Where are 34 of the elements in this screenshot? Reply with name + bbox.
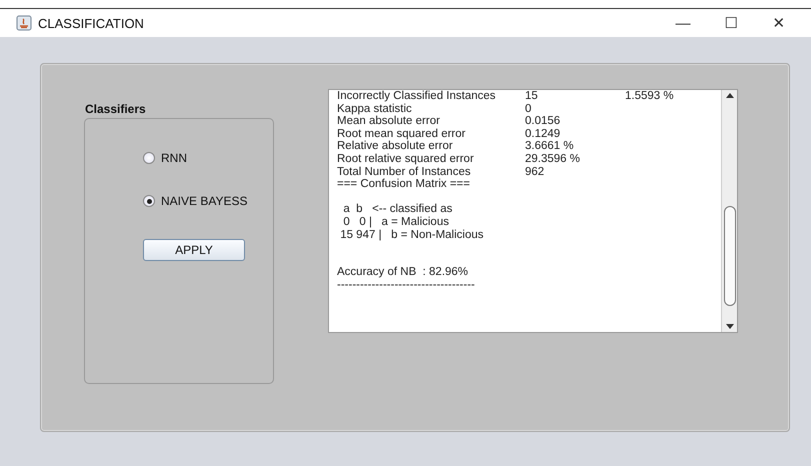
output-line: 15 947 | b = Non-Malicious [339, 228, 484, 242]
output-line: 0 0 | a = Malicious [342, 216, 449, 229]
close-button[interactable]: ✕ [755, 14, 803, 32]
scroll-thumb[interactable] [724, 206, 736, 306]
radio-label: NAIVE BAYESS [161, 194, 248, 208]
output-line: a b <-- classified as [342, 203, 452, 216]
stat-label: Incorrectly Classified Instances [337, 90, 497, 103]
minimize-button[interactable]: — [659, 14, 707, 32]
maximize-button[interactable]: ☐ [707, 14, 755, 32]
output-line: Accuracy of NB : 82.96% [337, 266, 468, 279]
stat-value: 15 [524, 90, 539, 103]
stat-value: 0 [524, 102, 532, 116]
stat-value: 0.1249 [524, 128, 562, 140]
stat-value: 962 [524, 166, 546, 178]
scrollbar[interactable] [721, 90, 737, 332]
stat-value: 29.3596 % [524, 152, 581, 166]
java-app-icon [16, 15, 32, 31]
radio-button[interactable] [143, 195, 155, 207]
stat-label: Kappa statistic [337, 102, 413, 116]
stat-label: Root relative squared error [337, 152, 475, 166]
stat-value: 1.5593 % [625, 90, 674, 103]
apply-button[interactable]: APPLY [143, 239, 245, 261]
group-title: Classifiers [85, 102, 147, 116]
window-title: CLASSIFICATION [38, 16, 145, 30]
stat-value: 0.0156 [524, 115, 562, 128]
stat-label: Relative absolute error [337, 140, 454, 153]
radio-label: RNN [161, 151, 187, 165]
output-line: === Confusion Matrix === [337, 178, 470, 191]
stat-value: 3.6661 % [524, 140, 575, 153]
stat-label: Mean absolute error [337, 115, 441, 128]
stat-label: Root mean squared error [337, 128, 466, 140]
output-line: ------------------------------------ [337, 278, 475, 292]
stat-label: Total Number of Instances [337, 166, 472, 178]
radio-button[interactable] [143, 152, 155, 164]
